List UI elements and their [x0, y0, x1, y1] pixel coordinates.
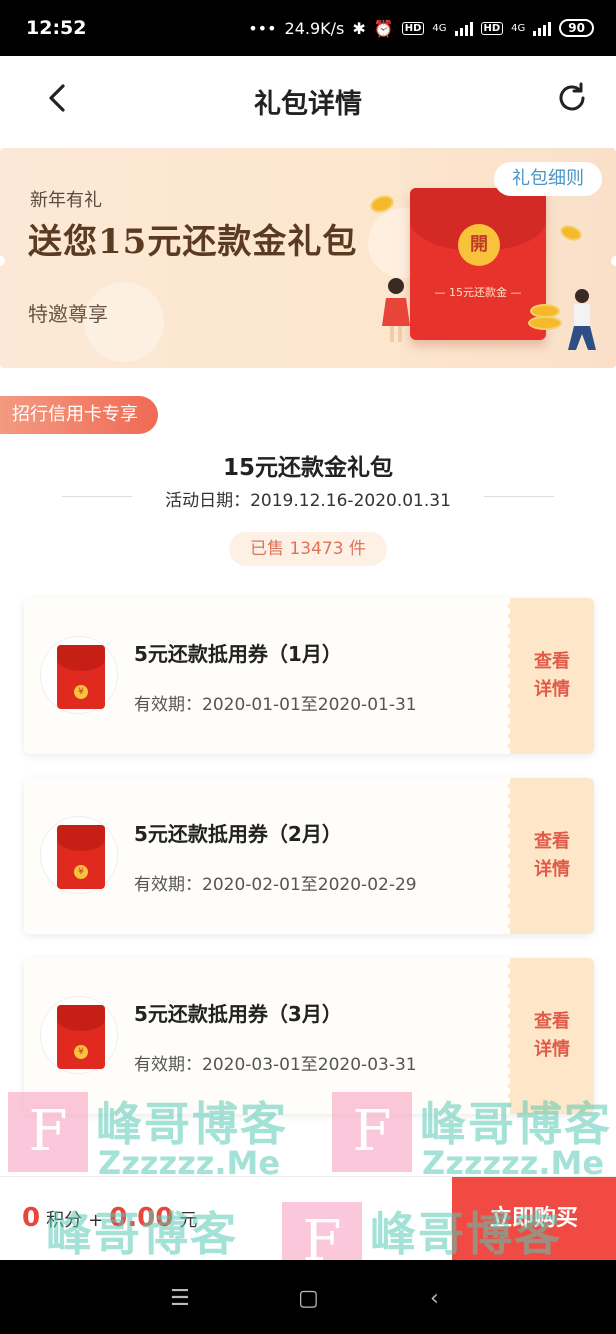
man-figure-icon	[568, 289, 596, 350]
coupon-icon-wrap: ¥	[40, 996, 118, 1074]
red-envelope-icon: ¥	[57, 1005, 105, 1069]
banner-subtitle: 新年有礼	[30, 190, 102, 211]
coupon-validity: 有效期：2020-01-01至2020-01-31	[134, 695, 417, 715]
bottom-action-bar: 0 积分 + 0.00 元 立即购买	[0, 1176, 616, 1261]
view-details-button[interactable]: 查看 详情	[508, 598, 594, 754]
price-value: 0.00	[109, 1203, 174, 1233]
battery-icon: 90	[559, 19, 594, 37]
red-envelope-icon: ¥	[57, 645, 105, 709]
banner-invite: 特邀尊享	[28, 302, 108, 326]
coin-stack-icon	[530, 304, 560, 318]
coupon-name: 5元还款抵用券（3月）	[134, 1002, 342, 1026]
view-details-label: 查看	[534, 831, 570, 852]
view-details-button[interactable]: 查看 详情	[508, 958, 594, 1114]
net-speed: 24.9K/s	[284, 18, 345, 38]
coin-icon	[558, 222, 584, 244]
red-envelope-illustration: 開 — 15元还款金 —	[410, 188, 546, 340]
divider-right	[484, 496, 554, 497]
envelope-label: — 15元还款金 —	[434, 286, 522, 299]
sold-count-badge: 已售 13473 件	[229, 532, 387, 566]
network-type-1: 4G	[432, 22, 447, 34]
view-details-label: 查看	[534, 651, 570, 672]
activity-date: 活动日期：2019.12.16-2020.01.31	[165, 491, 451, 511]
banner-notch-left	[0, 256, 5, 266]
coin-stack-icon	[528, 316, 562, 330]
buy-now-button[interactable]: 立即购买	[452, 1177, 616, 1261]
bluetooth-icon: ✱	[352, 18, 366, 38]
page-title: 礼包详情	[254, 89, 362, 120]
view-details-label: 查看	[534, 1011, 570, 1032]
coupon-validity: 有效期：2020-02-01至2020-02-29	[134, 875, 417, 895]
refresh-icon	[559, 82, 585, 111]
card-exclusive-tag: 招行信用卡专享	[0, 396, 158, 434]
coupon-name: 5元还款抵用券（2月）	[134, 822, 342, 846]
view-details-label: 详情	[534, 679, 570, 700]
points-label: 积分	[46, 1210, 83, 1231]
promo-banner: 新年有礼 送您15元还款金礼包 特邀尊享 開 — 15元还款金 — 礼包细则	[0, 148, 616, 368]
coupon-validity: 有效期：2020-03-01至2020-03-31	[134, 1055, 417, 1075]
price-summary: 0 积分 + 0.00 元	[22, 1203, 197, 1233]
coupon-name: 5元还款抵用券（1月）	[134, 642, 342, 666]
hd-badge-2: HD	[480, 21, 504, 35]
banner-headline: 送您15元还款金礼包	[28, 222, 358, 262]
coupon-icon-wrap: ¥	[40, 816, 118, 894]
banner-notch-right	[611, 256, 616, 266]
red-envelope-icon: ¥	[57, 825, 105, 889]
open-seal-icon: 開	[458, 224, 500, 266]
refresh-button[interactable]	[552, 78, 592, 118]
home-icon[interactable]: ▢	[298, 1286, 319, 1311]
plus-sign: +	[88, 1210, 104, 1231]
view-details-label: 详情	[534, 1039, 570, 1060]
coupon-card: ¥ 5元还款抵用券（3月） 有效期：2020-03-01至2020-03-31 …	[24, 958, 594, 1114]
network-type-2: 4G	[511, 22, 526, 34]
package-title: 15元还款金礼包	[222, 455, 393, 481]
coupon-card: ¥ 5元还款抵用券（1月） 有效期：2020-01-01至2020-01-31 …	[24, 598, 594, 754]
currency-label: 元	[179, 1210, 198, 1231]
status-time: 12:52	[26, 17, 87, 39]
signal-dots-icon: •••	[248, 18, 277, 38]
coupon-card: ¥ 5元还款抵用券（2月） 有效期：2020-02-01至2020-02-29 …	[24, 778, 594, 934]
rules-button[interactable]: 礼包细则	[494, 162, 602, 196]
signal-bars-icon	[533, 20, 552, 36]
status-icons: ••• 24.9K/s ✱ ⏰ HD 4G HD 4G 90	[248, 19, 594, 38]
nav-bar: 礼包详情	[0, 56, 616, 142]
points-value: 0	[22, 1203, 41, 1233]
alarm-icon: ⏰	[373, 18, 394, 38]
signal-bars-icon	[454, 20, 473, 36]
view-details-label: 详情	[534, 859, 570, 880]
hd-badge-1: HD	[401, 21, 425, 35]
coupon-icon-wrap: ¥	[40, 636, 118, 714]
system-nav-bar: ☰ ▢ ‹	[0, 1260, 616, 1334]
back-icon[interactable]: ‹	[430, 1286, 439, 1311]
menu-icon[interactable]: ☰	[170, 1286, 190, 1311]
view-details-button[interactable]: 查看 详情	[508, 778, 594, 934]
status-bar: 12:52 ••• 24.9K/s ✱ ⏰ HD 4G HD 4G 90	[0, 0, 616, 56]
woman-figure-icon	[382, 278, 410, 342]
